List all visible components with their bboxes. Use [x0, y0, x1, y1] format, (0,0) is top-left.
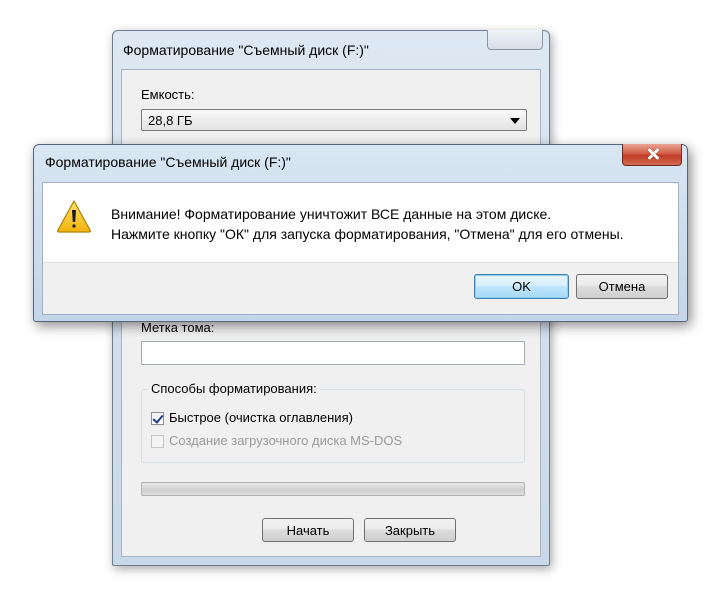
msdos-boot-label: Создание загрузочного диска MS-DOS — [169, 433, 403, 448]
capacity-label: Емкость: — [141, 87, 195, 102]
quick-format-checkbox[interactable] — [151, 412, 164, 425]
ok-button[interactable]: OK — [474, 274, 569, 299]
capacity-value: 28,8 ГБ — [148, 113, 193, 128]
volume-label-input[interactable] — [141, 341, 525, 365]
msdos-boot-checkbox — [151, 435, 164, 448]
message-line-1: Внимание! Форматирование уничтожит ВСЕ д… — [111, 206, 552, 222]
message-line-2: Нажмите кнопку "ОК" для запуска форматир… — [111, 226, 624, 242]
quick-format-label[interactable]: Быстрое (очистка оглавления) — [169, 410, 353, 425]
cancel-button[interactable]: Отмена — [576, 274, 668, 299]
close-icon — [645, 146, 661, 162]
volume-label-label: Метка тома: — [141, 320, 215, 335]
chevron-down-icon — [510, 118, 520, 124]
message-area: Внимание! Форматирование уничтожит ВСЕ д… — [43, 183, 678, 263]
start-button[interactable]: Начать — [262, 518, 354, 542]
warning-icon — [57, 200, 91, 233]
format-options-group: Способы форматирования: Быстрое (очистка… — [141, 381, 525, 463]
confirm-dialog-close-button[interactable] — [622, 144, 682, 166]
close-button[interactable]: Закрыть — [364, 518, 456, 542]
confirm-dialog-body: Внимание! Форматирование уничтожит ВСЕ д… — [42, 182, 679, 315]
confirm-dialog: Форматирование "Съемный диск (F:)" Внима… — [33, 144, 688, 322]
format-window-title: Форматирование "Съемный диск (F:)" — [123, 42, 369, 58]
format-options-title: Способы форматирования: — [148, 381, 320, 396]
format-progress-bar — [141, 482, 525, 496]
format-window-close-button[interactable] — [487, 30, 543, 50]
confirm-dialog-title: Форматирование "Съемный диск (F:)" — [45, 154, 291, 170]
capacity-dropdown[interactable]: 28,8 ГБ — [141, 109, 527, 131]
